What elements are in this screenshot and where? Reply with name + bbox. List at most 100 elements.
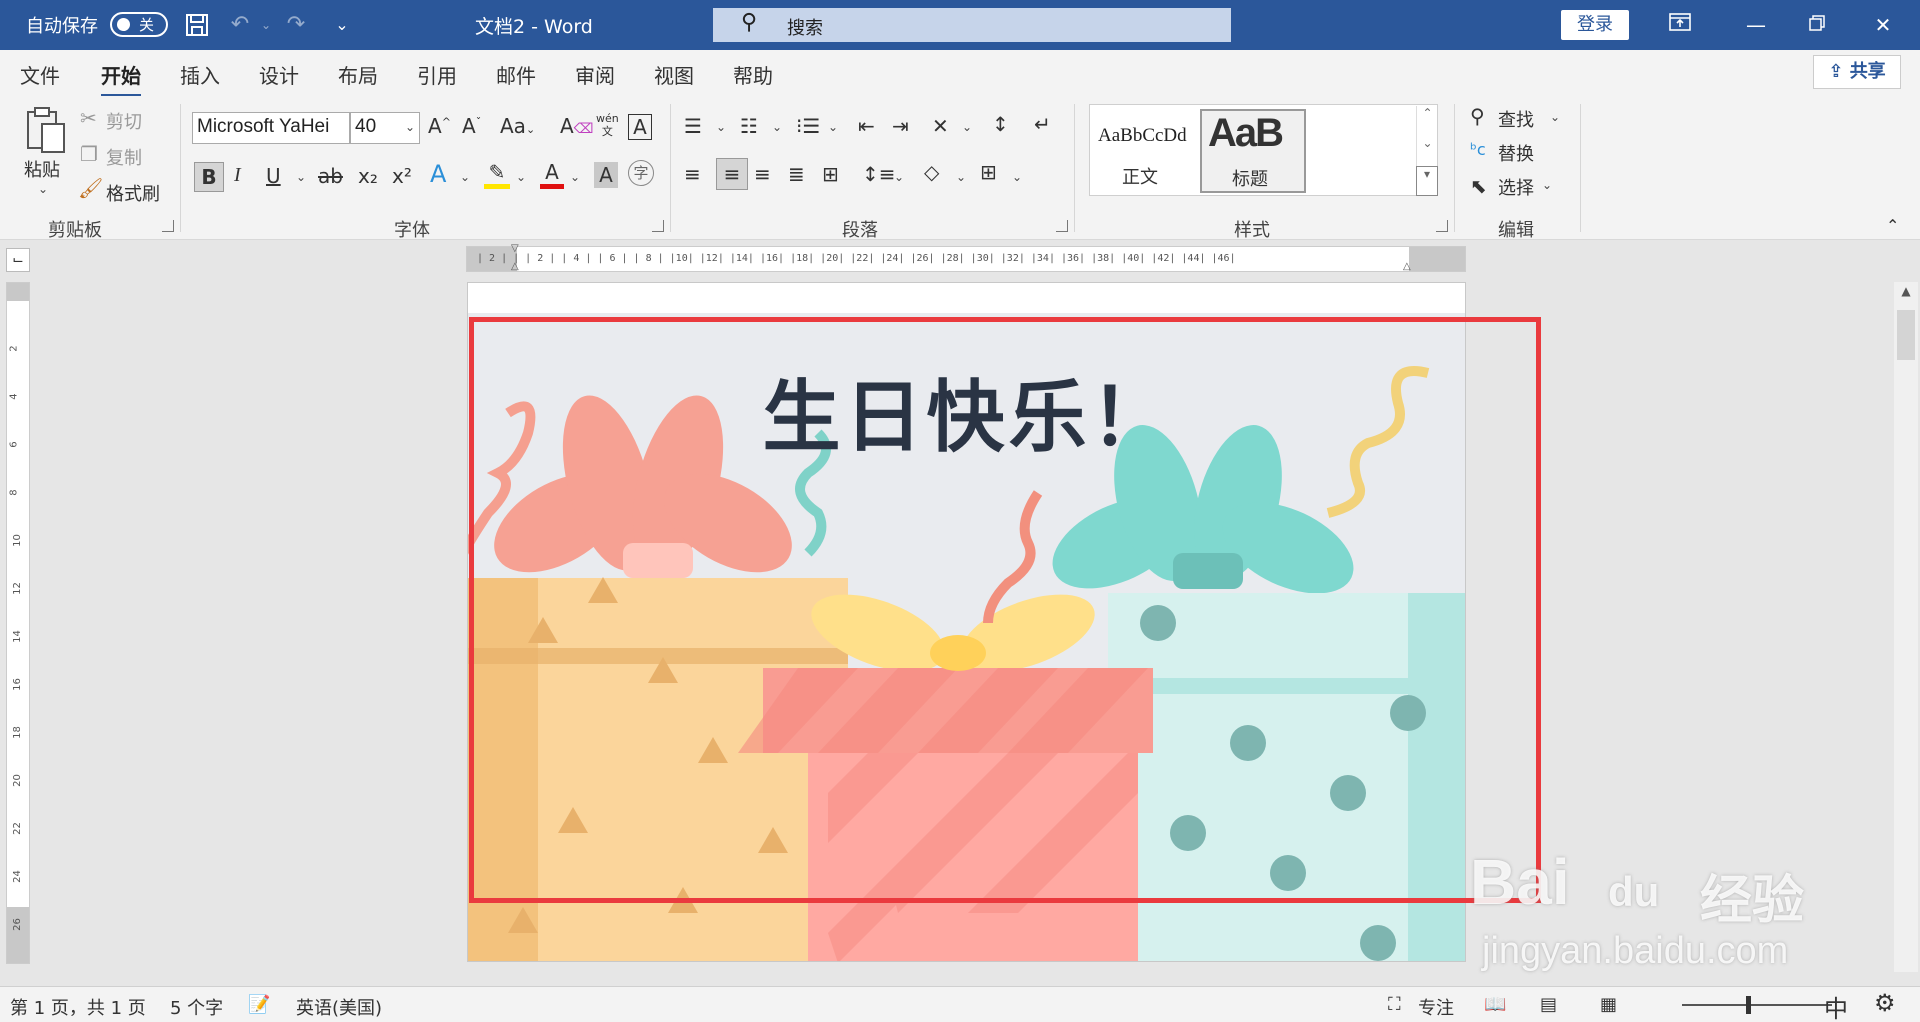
undo-icon[interactable]: ↶: [226, 12, 254, 40]
hanging-indent-marker[interactable]: △: [511, 261, 519, 272]
shading-icon[interactable]: ◇: [924, 160, 939, 184]
minimize-icon[interactable]: —: [1741, 10, 1771, 40]
strikethrough-button[interactable]: ab: [318, 164, 343, 188]
multilevel-list-icon[interactable]: ⁝☰: [796, 114, 820, 138]
underline-dropdown-icon[interactable]: ⌄: [296, 170, 306, 184]
word-count[interactable]: 5 个字: [170, 994, 223, 1020]
distributed-icon[interactable]: ⊞: [822, 162, 839, 186]
styles-scroll-down-icon[interactable]: ⌄: [1416, 136, 1438, 166]
superscript-button[interactable]: x²: [392, 164, 412, 188]
numbering-icon[interactable]: ☷: [740, 114, 758, 138]
subscript-button[interactable]: x₂: [358, 164, 378, 188]
print-layout-icon[interactable]: ▤: [1540, 994, 1557, 1015]
ime-indicator[interactable]: 中: [1824, 989, 1848, 1022]
tab-home[interactable]: 开始: [101, 60, 141, 97]
phonetic-guide-icon[interactable]: wén 文: [596, 112, 619, 138]
decrease-indent-icon[interactable]: ⇤: [858, 114, 875, 138]
clipboard-launcher-icon[interactable]: [162, 220, 174, 232]
right-indent-marker[interactable]: △: [1403, 261, 1411, 272]
paste-dropdown-icon[interactable]: ⌄: [38, 182, 48, 196]
highlight-dropdown-icon[interactable]: ⌄: [516, 170, 526, 184]
zoom-slider[interactable]: [1682, 1004, 1832, 1006]
select-button[interactable]: 选择: [1498, 174, 1534, 200]
proofing-icon[interactable]: 📝: [248, 994, 270, 1015]
borders-icon[interactable]: ⊞: [980, 160, 997, 184]
tab-help[interactable]: 帮助: [733, 60, 773, 89]
show-marks-icon[interactable]: ↵: [1034, 112, 1051, 136]
tab-insert[interactable]: 插入: [180, 60, 220, 89]
vertical-ruler[interactable]: 2 4 6 8 10 12 14 16 18 20 22 24 26: [6, 282, 30, 964]
read-mode-icon[interactable]: 📖: [1484, 994, 1506, 1015]
tab-review[interactable]: 审阅: [575, 60, 615, 89]
character-border-icon[interactable]: A: [628, 114, 652, 140]
increase-indent-icon[interactable]: ⇥: [892, 114, 909, 138]
replace-button[interactable]: 替换: [1498, 140, 1534, 166]
style-normal[interactable]: AaBbCcDd 正文: [1092, 109, 1198, 193]
tab-design[interactable]: 设计: [259, 60, 299, 89]
tab-file[interactable]: 文件: [20, 60, 60, 89]
tab-selector-icon[interactable]: ⌙: [6, 248, 30, 272]
zoom-slider-thumb[interactable]: [1746, 996, 1751, 1014]
font-family-input[interactable]: Microsoft YaHei: [192, 112, 350, 144]
find-dropdown-icon[interactable]: ⌄: [1550, 110, 1560, 124]
restore-icon[interactable]: [1802, 10, 1832, 40]
vertical-scrollbar[interactable]: ▲: [1894, 282, 1918, 972]
text-effects-dropdown-icon[interactable]: ⌄: [460, 170, 470, 184]
focus-icon[interactable]: ⛶: [1388, 994, 1401, 1015]
scroll-up-icon[interactable]: ▲: [1894, 284, 1918, 298]
borders-dropdown-icon[interactable]: ⌄: [1012, 170, 1022, 184]
grow-font-icon[interactable]: A^: [428, 114, 451, 138]
align-left-icon[interactable]: ≡: [684, 162, 701, 186]
customize-quick-access-icon[interactable]: ⌄: [328, 12, 356, 40]
line-spacing-dropdown-icon[interactable]: ⌄: [894, 170, 904, 184]
paragraph-launcher-icon[interactable]: [1056, 220, 1068, 232]
share-button[interactable]: ⇪ 共享: [1813, 55, 1901, 89]
search-box[interactable]: ⚲ 搜索: [713, 8, 1231, 42]
tab-references[interactable]: 引用: [417, 60, 457, 89]
redo-icon[interactable]: ↷: [282, 12, 310, 40]
font-size-dropdown-icon[interactable]: ⌄: [405, 120, 415, 134]
numbering-dropdown-icon[interactable]: ⌄: [772, 120, 782, 134]
tab-mailings[interactable]: 邮件: [496, 60, 536, 89]
format-painter-button[interactable]: 格式刷: [106, 180, 160, 206]
styles-launcher-icon[interactable]: [1436, 220, 1448, 232]
align-center-icon[interactable]: ≡: [716, 158, 748, 190]
first-line-indent-marker[interactable]: ▽: [511, 243, 519, 254]
horizontal-ruler[interactable]: | 2 | | | 2 | | 4 | | 6 | | 8 | |10| |12…: [466, 243, 1466, 272]
shading-dropdown-icon[interactable]: ⌄: [956, 170, 966, 184]
undo-dropdown-icon[interactable]: ⌄: [252, 12, 280, 40]
line-spacing-icon[interactable]: ↕≡: [862, 162, 896, 186]
italic-button[interactable]: I: [234, 164, 241, 187]
tab-layout[interactable]: 布局: [338, 60, 378, 89]
text-effects-button[interactable]: A: [430, 160, 446, 188]
autosave-toggle[interactable]: 关: [110, 12, 168, 37]
character-shading-button[interactable]: A: [594, 162, 618, 188]
change-case-icon[interactable]: Aa⌄: [500, 114, 535, 138]
highlight-icon[interactable]: ✎: [484, 160, 510, 189]
close-icon[interactable]: ✕: [1868, 10, 1898, 40]
styles-scroll-up-icon[interactable]: ⌃: [1416, 106, 1438, 136]
font-launcher-icon[interactable]: [652, 220, 664, 232]
bullets-dropdown-icon[interactable]: ⌄: [716, 120, 726, 134]
styles-more-icon[interactable]: ▾: [1416, 166, 1438, 196]
underline-button[interactable]: U: [266, 164, 281, 188]
chinese-layout-dropdown-icon[interactable]: ⌄: [962, 120, 972, 134]
style-heading[interactable]: AaB 标题: [1200, 109, 1306, 193]
focus-label[interactable]: 专注: [1418, 994, 1454, 1020]
language-status[interactable]: 英语(美国): [296, 994, 382, 1020]
shrink-font-icon[interactable]: Aˇ: [462, 114, 481, 138]
paste-icon[interactable]: [20, 106, 70, 154]
web-layout-icon[interactable]: ▦: [1600, 994, 1617, 1015]
save-icon[interactable]: [183, 12, 211, 40]
bold-button[interactable]: B: [194, 162, 224, 192]
login-button[interactable]: 登录: [1561, 10, 1629, 40]
cut-button[interactable]: 剪切: [106, 108, 142, 134]
enclose-characters-button[interactable]: 字: [628, 160, 654, 186]
sort-icon[interactable]: ↕: [992, 112, 1009, 136]
ribbon-display-options-icon[interactable]: [1665, 10, 1695, 40]
copy-button[interactable]: 复制: [106, 144, 142, 170]
page-count[interactable]: 第 1 页，共 1 页: [10, 994, 146, 1020]
align-right-icon[interactable]: ≡: [754, 162, 771, 186]
tab-view[interactable]: 视图: [654, 60, 694, 89]
scroll-thumb[interactable]: [1897, 310, 1915, 360]
